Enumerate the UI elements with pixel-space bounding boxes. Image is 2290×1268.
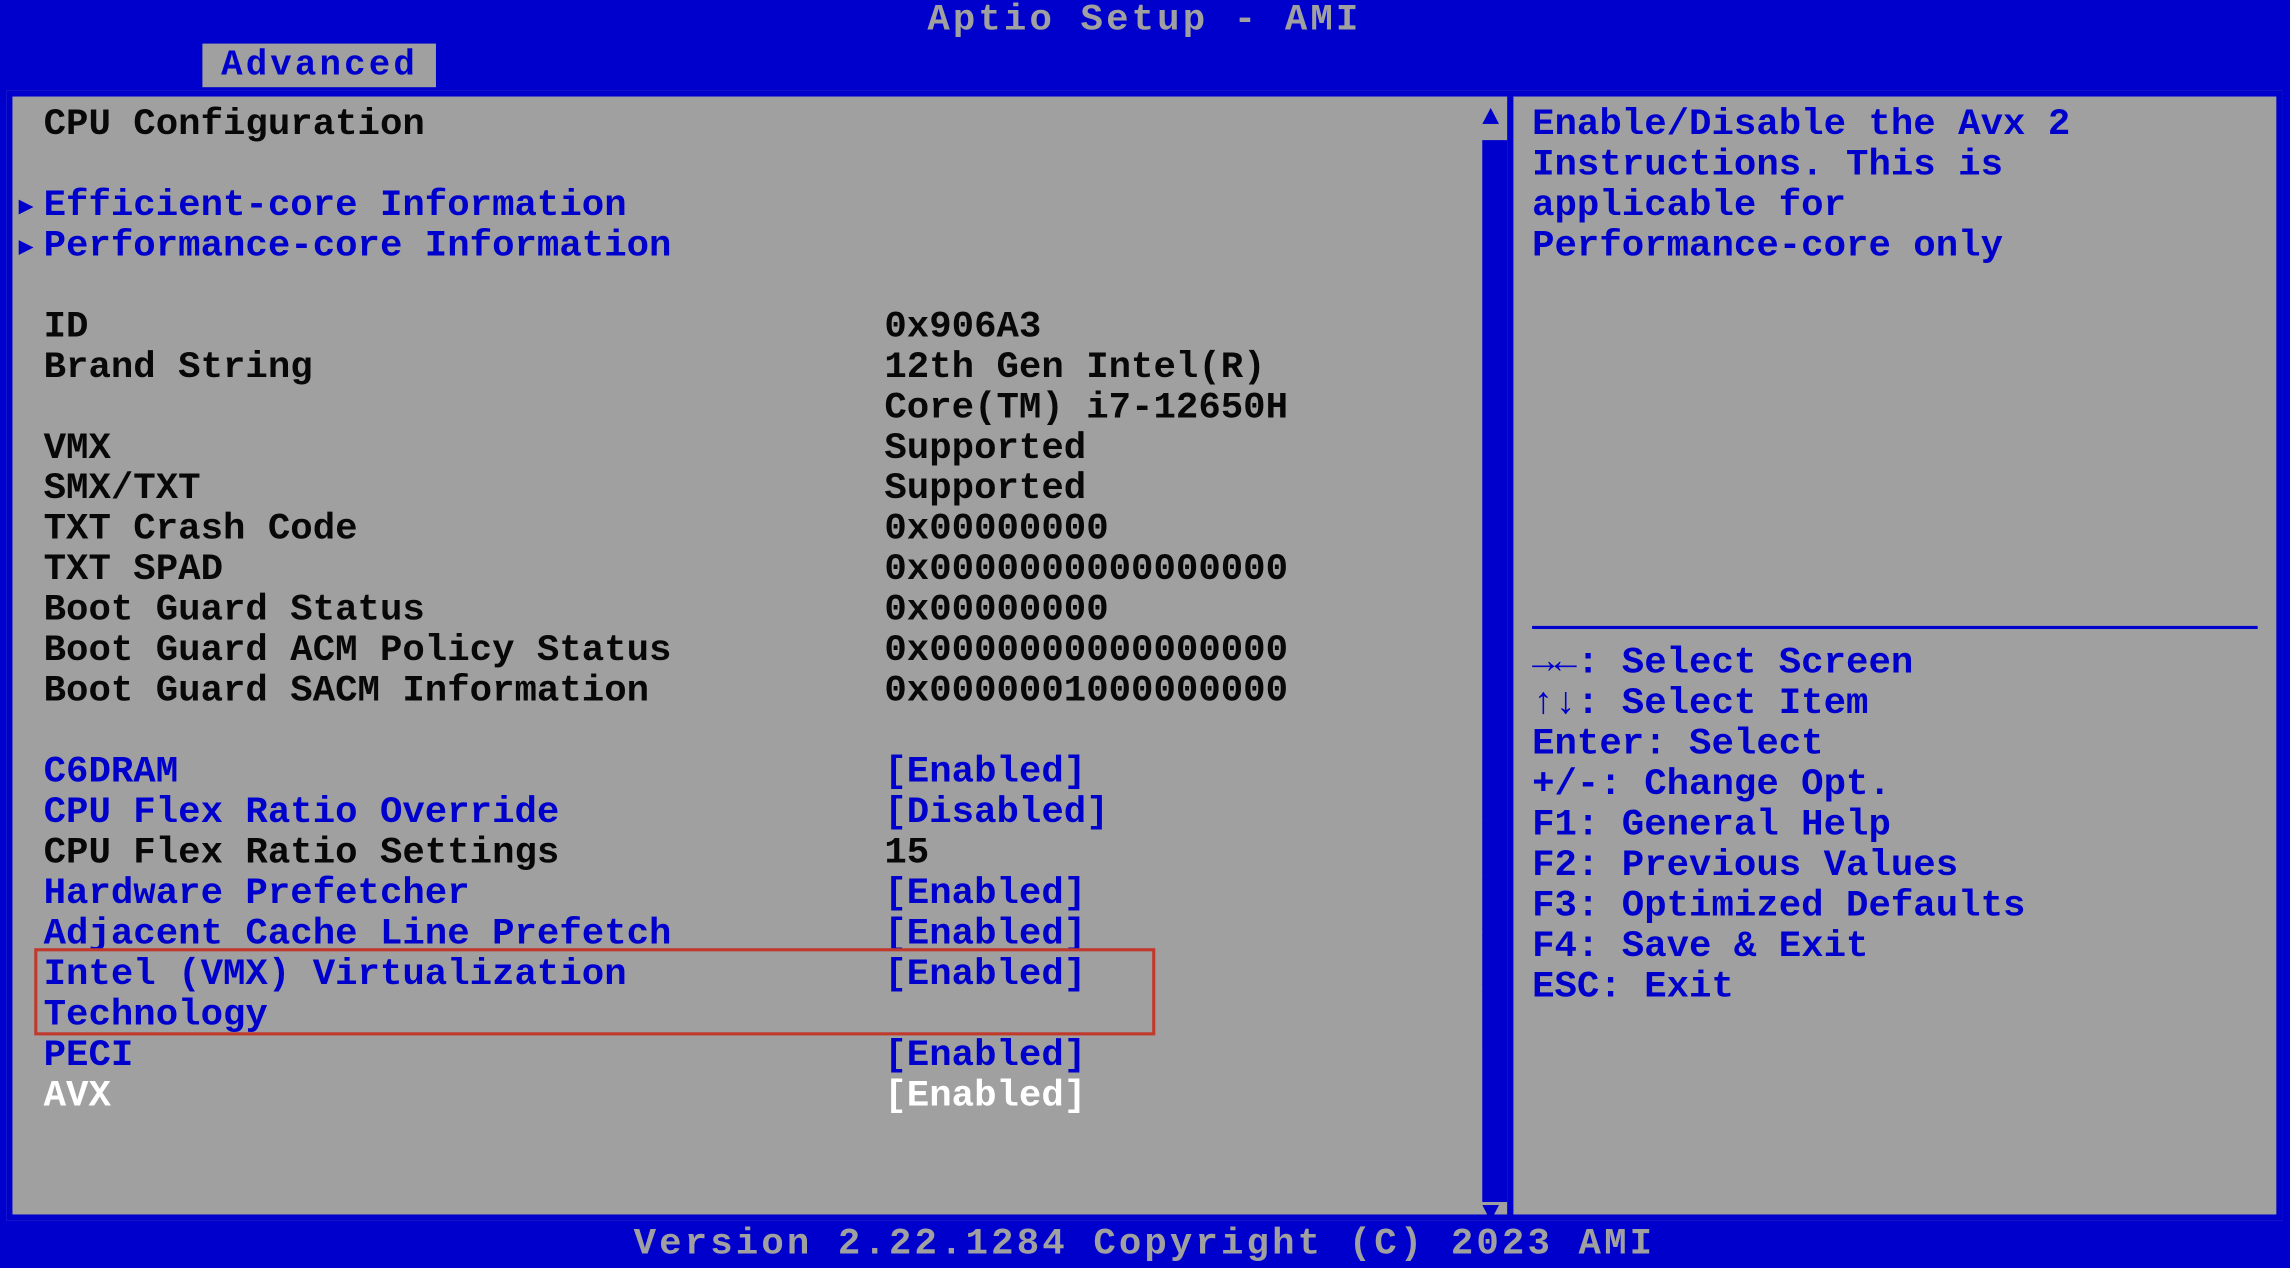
key-hint: F1: General Help bbox=[1532, 807, 1891, 847]
tabbar: Advanced bbox=[0, 44, 2289, 88]
info-row: SMX/TXTSupported bbox=[44, 470, 1495, 510]
right-panel: Enable/Disable the Avx 2 Instructions. T… bbox=[1513, 97, 2276, 1215]
submenu-pcore-info[interactable]: Performance-core Information bbox=[44, 227, 885, 267]
help-text: Enable/Disable the Avx 2 Instructions. T… bbox=[1532, 106, 2258, 620]
key-hint: F4: Save & Exit bbox=[1532, 928, 1868, 968]
info-row: Boot Guard SACM Information0x00000010000… bbox=[44, 673, 1495, 713]
info-value: 0x00000000 bbox=[884, 592, 1494, 632]
scroll-down-icon[interactable]: ▼ bbox=[1482, 1199, 1499, 1230]
info-value: 0x00000000 bbox=[884, 511, 1494, 551]
submenu-ecore-info[interactable]: Efficient-core Information bbox=[44, 187, 885, 227]
setting-row[interactable]: CPU Flex Ratio Override[Disabled] bbox=[44, 794, 1495, 834]
setting-row[interactable]: Intel (VMX) Virtualization[Enabled] bbox=[44, 956, 1495, 996]
left-panel: CPU Configuration Efficient-core Informa… bbox=[12, 97, 1507, 1215]
setting-label: Intel (VMX) Virtualization bbox=[44, 956, 885, 996]
setting-row[interactable]: PECI[Enabled] bbox=[44, 1037, 1495, 1077]
key-hint: →←: Select Screen bbox=[1532, 645, 1913, 685]
key-hint: Enter: Select bbox=[1532, 726, 1824, 766]
setting-value: 15 bbox=[884, 835, 1494, 875]
help-line: applicable for bbox=[1532, 187, 1846, 227]
setting-row[interactable]: AVX[Enabled] bbox=[44, 1077, 1495, 1117]
info-row: Brand String12th Gen Intel(R) bbox=[44, 349, 1495, 389]
help-line: Instructions. This is bbox=[1532, 146, 2003, 186]
info-value: 0x906A3 bbox=[884, 308, 1494, 348]
setting-label-wrap: Technology bbox=[44, 996, 885, 1036]
setting-row[interactable]: C6DRAM[Enabled] bbox=[44, 754, 1495, 794]
info-label: TXT SPAD bbox=[44, 551, 885, 591]
setting-label: PECI bbox=[44, 1037, 885, 1077]
bios-header: Aptio Setup - AMI bbox=[0, 0, 2289, 44]
scroll-up-icon[interactable]: ▲ bbox=[1482, 103, 1499, 134]
help-line: Enable/Disable the Avx 2 bbox=[1532, 106, 2070, 146]
key-hint: +/-: Change Opt. bbox=[1532, 766, 1891, 806]
info-label: Brand String bbox=[44, 349, 885, 389]
key-hint: ↑↓: Select Item bbox=[1532, 685, 1868, 725]
setting-row[interactable]: Hardware Prefetcher[Enabled] bbox=[44, 875, 1495, 915]
setting-value[interactable]: [Disabled] bbox=[884, 794, 1494, 834]
setting-label: AVX bbox=[44, 1077, 885, 1117]
setting-value[interactable]: [Enabled] bbox=[884, 1037, 1494, 1077]
section-title: CPU Configuration bbox=[44, 106, 885, 146]
setting-label: C6DRAM bbox=[44, 754, 885, 794]
key-hints: →←: Select Screen ↑↓: Select Item Enter:… bbox=[1532, 635, 2258, 1009]
info-value: Supported bbox=[884, 470, 1494, 510]
setting-label: Hardware Prefetcher bbox=[44, 875, 885, 915]
info-label bbox=[44, 389, 885, 429]
info-value: Supported bbox=[884, 430, 1494, 470]
setting-row: CPU Flex Ratio Settings15 bbox=[44, 835, 1495, 875]
help-divider bbox=[1532, 626, 2258, 629]
info-label: ID bbox=[44, 308, 885, 348]
setting-row[interactable]: Adjacent Cache Line Prefetch[Enabled] bbox=[44, 916, 1495, 956]
info-label: SMX/TXT bbox=[44, 470, 885, 510]
setting-value[interactable]: [Enabled] bbox=[884, 754, 1494, 794]
key-hint: F2: Previous Values bbox=[1532, 847, 1958, 887]
help-line: Performance-core only bbox=[1532, 227, 2003, 267]
info-value: 12th Gen Intel(R) bbox=[884, 349, 1494, 389]
info-value: 0x0000000000000000 bbox=[884, 632, 1494, 672]
key-hint: F3: Optimized Defaults bbox=[1532, 887, 2025, 927]
info-label: Boot Guard ACM Policy Status bbox=[44, 632, 885, 672]
main-box: CPU Configuration Efficient-core Informa… bbox=[6, 90, 2282, 1220]
info-label: VMX bbox=[44, 430, 885, 470]
setting-label: Adjacent Cache Line Prefetch bbox=[44, 916, 885, 956]
info-row: VMXSupported bbox=[44, 430, 1495, 470]
info-row: TXT SPAD0x0000000000000000 bbox=[44, 551, 1495, 591]
setting-label: CPU Flex Ratio Settings bbox=[44, 835, 885, 875]
setting-value[interactable]: [Enabled] bbox=[884, 875, 1494, 915]
info-label: Boot Guard Status bbox=[44, 592, 885, 632]
info-value: 0x0000000000000000 bbox=[884, 551, 1494, 591]
info-row: Core(TM) i7-12650H bbox=[44, 389, 1495, 429]
info-row: Boot Guard ACM Policy Status0x0000000000… bbox=[44, 632, 1495, 672]
setting-value[interactable]: [Enabled] bbox=[884, 916, 1494, 956]
panel-divider: ▲ ▼ bbox=[1507, 97, 1513, 1215]
info-row: ID0x906A3 bbox=[44, 308, 1495, 348]
info-label: Boot Guard SACM Information bbox=[44, 673, 885, 713]
setting-label: CPU Flex Ratio Override bbox=[44, 794, 885, 834]
info-row: TXT Crash Code0x00000000 bbox=[44, 511, 1495, 551]
info-row: Boot Guard Status0x00000000 bbox=[44, 592, 1495, 632]
setting-value[interactable]: [Enabled] bbox=[884, 956, 1494, 996]
tab-advanced[interactable]: Advanced bbox=[202, 44, 436, 88]
setting-value[interactable]: [Enabled] bbox=[884, 1077, 1494, 1117]
info-value: Core(TM) i7-12650H bbox=[884, 389, 1494, 429]
key-hint: ESC: Exit bbox=[1532, 968, 1734, 1008]
info-label: TXT Crash Code bbox=[44, 511, 885, 551]
footer: Version 2.22.1284 Copyright (C) 2023 AMI bbox=[0, 1224, 2289, 1268]
scrollbar[interactable]: ▲ ▼ bbox=[1482, 140, 1507, 1202]
info-value: 0x0000001000000000 bbox=[884, 673, 1494, 713]
setting-row-wrap[interactable]: Technology bbox=[44, 996, 1495, 1036]
